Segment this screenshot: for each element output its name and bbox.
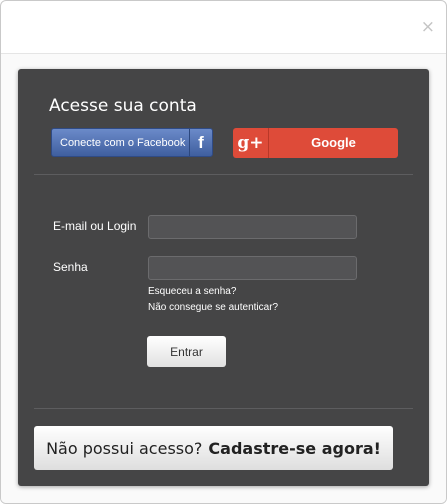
email-field[interactable]: [148, 215, 357, 239]
password-field[interactable]: [148, 256, 357, 280]
password-label: Senha: [53, 260, 88, 274]
facebook-icon: f: [189, 129, 212, 156]
signup-link: Cadastre-se agora!: [208, 438, 381, 458]
facebook-button-label: Conecte com o Facebook: [60, 137, 186, 149]
google-button-label: Google: [311, 135, 356, 150]
signup-prefix: Não possui acesso?: [46, 438, 203, 458]
divider: [34, 174, 413, 175]
submit-button[interactable]: Entrar: [147, 336, 226, 367]
facebook-login-button[interactable]: Conecte com o Facebook f: [51, 128, 213, 157]
forgot-password-link[interactable]: Esqueceu a senha?: [148, 286, 236, 297]
google-login-button[interactable]: g+ Google: [233, 128, 398, 158]
email-label: E-mail ou Login: [53, 219, 137, 233]
modal-header: ×: [1, 1, 446, 54]
login-modal: × Acesse sua conta Conecte com o Faceboo…: [0, 0, 447, 504]
login-panel: Acesse sua conta Conecte com o Facebook …: [18, 69, 429, 486]
modal-body: Acesse sua conta Conecte com o Facebook …: [1, 54, 446, 503]
signup-button[interactable]: Não possui acesso? Cadastre-se agora!: [34, 426, 393, 470]
google-plus-icon: g+: [233, 128, 269, 158]
close-icon[interactable]: ×: [421, 17, 435, 37]
cant-authenticate-link[interactable]: Não consegue se autenticar?: [148, 302, 278, 313]
panel-title: Acesse sua conta: [49, 96, 197, 116]
divider: [34, 408, 413, 409]
